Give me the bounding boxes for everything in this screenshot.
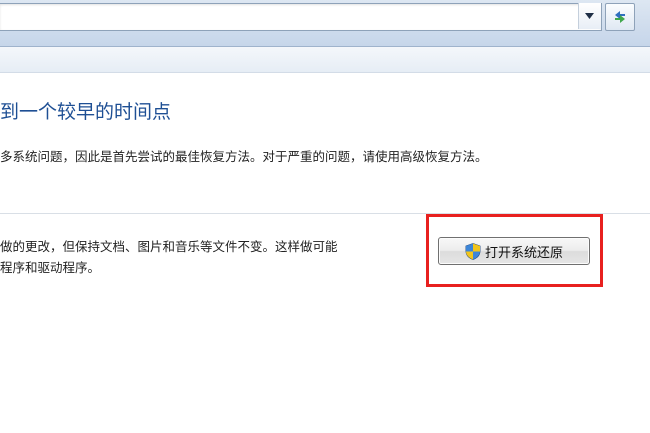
refresh-button[interactable] <box>605 3 635 31</box>
system-restore-description: 做的更改，但保持文档、图片和音乐等文件不变。这样做可能 程序和驱动程序。 <box>0 236 420 278</box>
chevron-down-icon <box>585 13 594 19</box>
address-bar[interactable] <box>0 3 602 31</box>
refresh-icon <box>615 11 625 23</box>
uac-shield-icon <box>465 242 481 260</box>
window-chrome <box>0 0 650 47</box>
description-line: 程序和驱动程序。 <box>0 260 101 275</box>
open-system-restore-label: 打开系统还原 <box>484 244 563 260</box>
page-title: 到一个较早的时间点 <box>0 101 172 123</box>
command-bar <box>0 47 650 73</box>
address-dropdown-button[interactable] <box>578 3 601 29</box>
description-line: 做的更改，但保持文档、图片和音乐等文件不变。这样做可能 <box>0 239 338 254</box>
open-system-restore-button[interactable]: 打开系统还原 <box>438 237 590 265</box>
recovery-description: 多系统问题，因此是首先尝试的最佳恢复方法。对于严重的问题，请使用高级恢复方法。 <box>0 149 488 164</box>
